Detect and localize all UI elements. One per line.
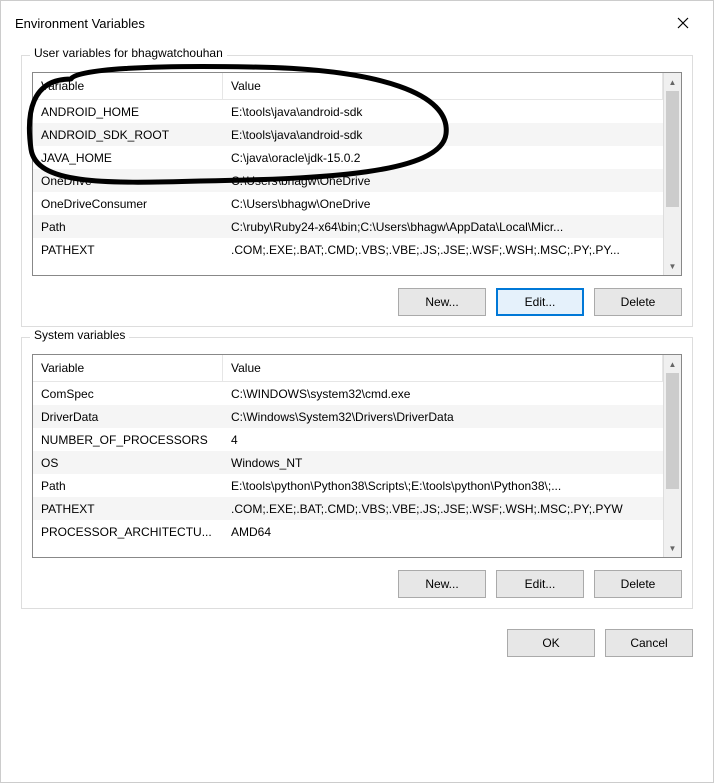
table-row[interactable]: NUMBER_OF_PROCESSORS4	[33, 428, 663, 451]
value-cell: AMD64	[223, 522, 663, 542]
scroll-up-icon[interactable]: ▲	[664, 355, 681, 373]
user-list-header: Variable Value	[33, 73, 663, 100]
table-row[interactable]: DriverDataC:\Windows\System32\Drivers\Dr…	[33, 405, 663, 428]
scroll-up-icon[interactable]: ▲	[664, 73, 681, 91]
system-variables-group: System variables Variable Value ComSpecC…	[21, 337, 693, 609]
table-row[interactable]: PROCESSOR_ARCHITECTU...AMD64	[33, 520, 663, 543]
system-edit-button[interactable]: Edit...	[496, 570, 584, 598]
value-cell: .COM;.EXE;.BAT;.CMD;.VBS;.VBE;.JS;.JSE;.…	[223, 240, 663, 260]
variable-cell: Path	[33, 217, 223, 237]
scroll-down-icon[interactable]: ▼	[664, 257, 681, 275]
variable-cell: OneDriveConsumer	[33, 194, 223, 214]
user-edit-button[interactable]: Edit...	[496, 288, 584, 316]
dialog-content: User variables for bhagwatchouhan Variab…	[1, 45, 713, 782]
variable-cell: Path	[33, 476, 223, 496]
variable-cell: ANDROID_HOME	[33, 102, 223, 122]
user-new-button[interactable]: New...	[398, 288, 486, 316]
system-col-variable[interactable]: Variable	[33, 355, 223, 381]
table-row[interactable]: OneDriveConsumerC:\Users\bhagw\OneDrive	[33, 192, 663, 215]
system-new-button[interactable]: New...	[398, 570, 486, 598]
variable-cell: JAVA_HOME	[33, 148, 223, 168]
system-col-value[interactable]: Value	[223, 355, 663, 381]
user-button-row: New... Edit... Delete	[32, 288, 682, 316]
variable-cell: ANDROID_SDK_ROOT	[33, 125, 223, 145]
dialog-title: Environment Variables	[15, 16, 145, 31]
value-cell: .COM;.EXE;.BAT;.CMD;.VBS;.VBE;.JS;.JSE;.…	[223, 499, 663, 519]
system-list-header: Variable Value	[33, 355, 663, 382]
table-row[interactable]: ANDROID_HOMEE:\tools\java\android-sdk	[33, 100, 663, 123]
variable-cell: NUMBER_OF_PROCESSORS	[33, 430, 223, 450]
variable-cell: ComSpec	[33, 384, 223, 404]
system-scrollbar[interactable]: ▲ ▼	[663, 355, 681, 557]
variable-cell: PATHEXT	[33, 240, 223, 260]
table-row[interactable]: OSWindows_NT	[33, 451, 663, 474]
value-cell: C:\Users\bhagw\OneDrive	[223, 171, 663, 191]
ok-button[interactable]: OK	[507, 629, 595, 657]
system-delete-button[interactable]: Delete	[594, 570, 682, 598]
variable-cell: PROCESSOR_ARCHITECTU...	[33, 522, 223, 542]
value-cell: C:\Users\bhagw\OneDrive	[223, 194, 663, 214]
user-group-title: User variables for bhagwatchouhan	[30, 46, 227, 60]
value-cell: E:\tools\java\android-sdk	[223, 125, 663, 145]
user-delete-button[interactable]: Delete	[594, 288, 682, 316]
user-listview-inner: Variable Value ANDROID_HOMEE:\tools\java…	[33, 73, 663, 275]
close-icon	[677, 17, 689, 29]
user-scrollbar[interactable]: ▲ ▼	[663, 73, 681, 275]
user-listview[interactable]: Variable Value ANDROID_HOMEE:\tools\java…	[32, 72, 682, 276]
close-button[interactable]	[667, 11, 699, 35]
value-cell: C:\java\oracle\jdk-15.0.2	[223, 148, 663, 168]
scroll-thumb[interactable]	[666, 91, 679, 207]
scroll-track[interactable]	[664, 373, 681, 539]
user-col-variable[interactable]: Variable	[33, 73, 223, 99]
table-row[interactable]: ANDROID_SDK_ROOTE:\tools\java\android-sd…	[33, 123, 663, 146]
table-row[interactable]: OneDriveC:\Users\bhagw\OneDrive	[33, 169, 663, 192]
user-list-body: ANDROID_HOMEE:\tools\java\android-sdkAND…	[33, 100, 663, 261]
scroll-thumb[interactable]	[666, 373, 679, 489]
value-cell: Windows_NT	[223, 453, 663, 473]
table-row[interactable]: PATHEXT.COM;.EXE;.BAT;.CMD;.VBS;.VBE;.JS…	[33, 238, 663, 261]
system-group-title: System variables	[30, 328, 129, 342]
user-variables-group: User variables for bhagwatchouhan Variab…	[21, 55, 693, 327]
value-cell: C:\ruby\Ruby24-x64\bin;C:\Users\bhagw\Ap…	[223, 217, 663, 237]
user-col-value[interactable]: Value	[223, 73, 663, 99]
env-vars-dialog: Environment Variables User variables for…	[0, 0, 714, 783]
titlebar: Environment Variables	[1, 1, 713, 45]
system-button-row: New... Edit... Delete	[32, 570, 682, 598]
system-list-body: ComSpecC:\WINDOWS\system32\cmd.exeDriver…	[33, 382, 663, 543]
table-row[interactable]: JAVA_HOMEC:\java\oracle\jdk-15.0.2	[33, 146, 663, 169]
value-cell: C:\Windows\System32\Drivers\DriverData	[223, 407, 663, 427]
dialog-button-row: OK Cancel	[21, 619, 693, 657]
table-row[interactable]: PathC:\ruby\Ruby24-x64\bin;C:\Users\bhag…	[33, 215, 663, 238]
value-cell: 4	[223, 430, 663, 450]
value-cell: E:\tools\python\Python38\Scripts\;E:\too…	[223, 476, 663, 496]
variable-cell: OneDrive	[33, 171, 223, 191]
value-cell: E:\tools\java\android-sdk	[223, 102, 663, 122]
variable-cell: OS	[33, 453, 223, 473]
scroll-track[interactable]	[664, 91, 681, 257]
value-cell: C:\WINDOWS\system32\cmd.exe	[223, 384, 663, 404]
variable-cell: PATHEXT	[33, 499, 223, 519]
table-row[interactable]: PATHEXT.COM;.EXE;.BAT;.CMD;.VBS;.VBE;.JS…	[33, 497, 663, 520]
system-listview[interactable]: Variable Value ComSpecC:\WINDOWS\system3…	[32, 354, 682, 558]
variable-cell: DriverData	[33, 407, 223, 427]
scroll-down-icon[interactable]: ▼	[664, 539, 681, 557]
cancel-button[interactable]: Cancel	[605, 629, 693, 657]
system-listview-inner: Variable Value ComSpecC:\WINDOWS\system3…	[33, 355, 663, 557]
table-row[interactable]: ComSpecC:\WINDOWS\system32\cmd.exe	[33, 382, 663, 405]
table-row[interactable]: PathE:\tools\python\Python38\Scripts\;E:…	[33, 474, 663, 497]
